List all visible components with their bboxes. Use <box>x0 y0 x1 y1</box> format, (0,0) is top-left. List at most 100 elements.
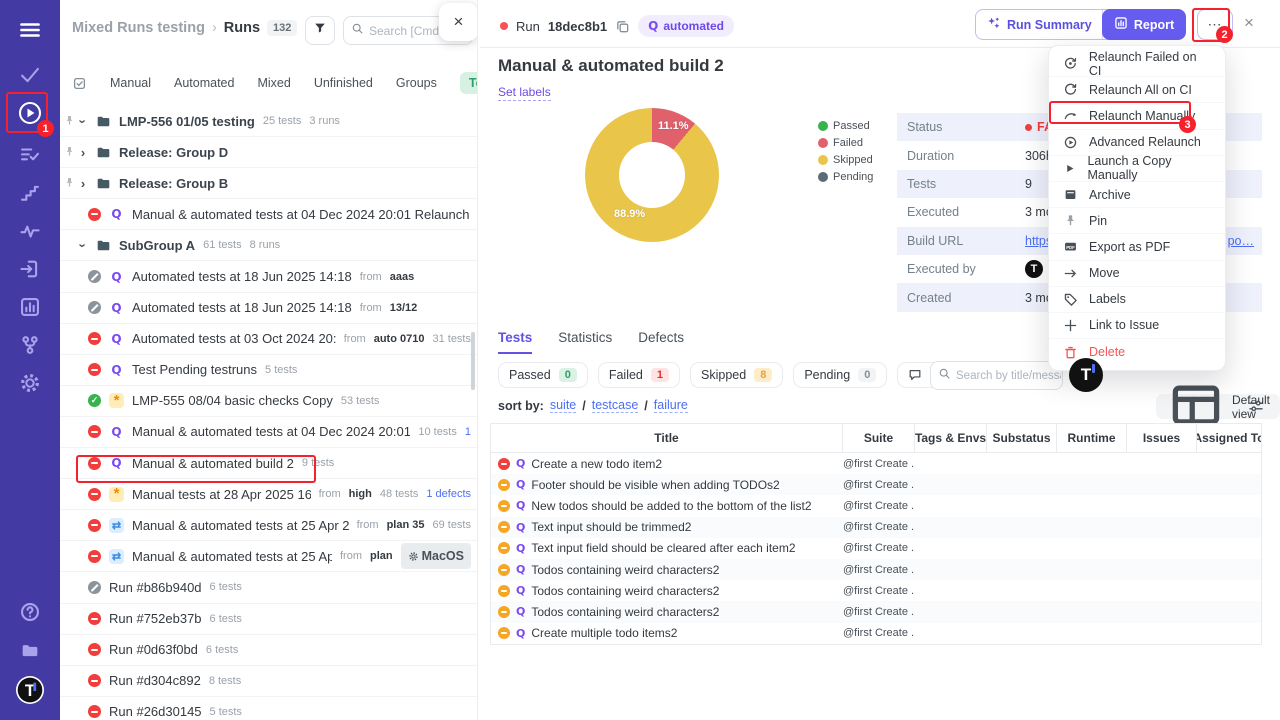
menu-item-advanced-relaunch[interactable]: Advanced Relaunch <box>1049 130 1225 156</box>
run-list-item[interactable]: QAutomated tests at 03 Oct 2024 20:25fro… <box>60 324 477 355</box>
menu-item-relaunch-failed-on-ci[interactable]: Relaunch Failed on CI <box>1049 51 1225 77</box>
run-list-item[interactable]: Run #0d63f0bd6 tests <box>60 635 477 666</box>
sliders-icon[interactable] <box>1248 398 1264 414</box>
check-icon[interactable] <box>19 64 41 86</box>
build-url-link-end[interactable]: po… <box>1228 234 1254 248</box>
menu-item-export-as-pdf[interactable]: PDFExport as PDF <box>1049 234 1225 260</box>
runs-filter-tab-today[interactable]: To <box>460 72 478 94</box>
table-row[interactable]: QText input should be trimmed2@first Cre… <box>491 517 1261 538</box>
column-header-runtime[interactable]: Runtime <box>1057 424 1127 453</box>
run-group-item[interactable]: ›Release: Group D <box>60 137 477 168</box>
branch-icon[interactable] <box>19 334 41 356</box>
select-all-icon[interactable] <box>72 76 87 91</box>
sort-link-suite[interactable]: suite <box>550 398 576 413</box>
breadcrumb-project[interactable]: Mixed Runs testing <box>72 20 205 36</box>
analytics-icon[interactable] <box>19 296 41 318</box>
column-header-substatus[interactable]: Substatus <box>987 424 1057 453</box>
gear-icon[interactable] <box>19 372 41 394</box>
tests-table-header: TitleSuiteTags & EnvsSubstatusRuntimeIss… <box>491 424 1261 453</box>
table-row[interactable]: QText input field should be cleared afte… <box>491 538 1261 559</box>
menu-item-move[interactable]: Move <box>1049 261 1225 287</box>
chevron-down-icon[interactable]: › <box>76 240 91 250</box>
filter-button[interactable] <box>305 16 335 45</box>
run-list-item[interactable]: Run #b86b940d6 tests <box>60 572 477 603</box>
close-icon[interactable]: × <box>1244 13 1254 33</box>
user-avatar[interactable]: T <box>1069 358 1103 392</box>
table-row[interactable]: QTodos containing weird characters2@firs… <box>491 601 1261 622</box>
runs-scrollbar[interactable] <box>471 332 475 390</box>
menu-item-relaunch-all-on-ci[interactable]: Relaunch All on CI <box>1049 77 1225 103</box>
menu-item-launch-a-copy-manually[interactable]: Launch a Copy Manually <box>1049 156 1225 182</box>
set-labels-link[interactable]: Set labels <box>498 85 551 101</box>
tab-defects[interactable]: Defects <box>638 330 684 354</box>
runs-filter-tab-manual[interactable]: Manual <box>110 76 151 90</box>
table-row[interactable]: QNew todos should be added to the bottom… <box>491 495 1261 516</box>
run-item-title: Test Pending testruns <box>132 362 257 377</box>
chevron-right-icon[interactable]: › <box>78 145 88 160</box>
chevron-down-icon[interactable]: › <box>76 116 91 126</box>
steps-icon[interactable] <box>19 182 41 204</box>
legend-item-failed[interactable]: Failed <box>818 137 873 149</box>
automated-badge[interactable]: Q automated <box>638 15 734 37</box>
list-check-icon[interactable] <box>19 144 41 166</box>
column-header-issues[interactable]: Issues <box>1127 424 1197 453</box>
table-row[interactable]: QTodos containing weird characters2@firs… <box>491 559 1261 580</box>
runs-filter-tab-automated[interactable]: Automated <box>174 76 234 90</box>
legend-item-passed[interactable]: Passed <box>818 120 873 132</box>
chevron-right-icon[interactable]: › <box>78 176 88 191</box>
folder-stack-icon[interactable] <box>19 639 41 661</box>
run-list-item[interactable]: *Manual tests at 28 Apr 2025 16:50fromhi… <box>60 479 477 510</box>
tab-tests[interactable]: Tests <box>498 330 532 354</box>
run-group-item[interactable]: ›SubGroup A61 tests8 runs <box>60 230 477 261</box>
run-list-item[interactable]: *LMP-555 08/04 basic checks Copy53 tests <box>60 386 477 417</box>
run-list-item[interactable]: ⇄Manual & automated tests at 25 Apr 2025… <box>60 510 477 541</box>
run-list-item[interactable]: Run #d304c8928 tests <box>60 666 477 697</box>
tests-search-input[interactable] <box>956 370 1061 382</box>
logo-t-icon[interactable]: T <box>15 675 45 705</box>
run-list-item[interactable]: QTest Pending testruns5 tests <box>60 355 477 386</box>
sort-link-failure[interactable]: failure <box>654 398 688 413</box>
automated-test-icon: Q <box>516 605 525 618</box>
run-list-item[interactable]: Run #752eb37b6 tests <box>60 604 477 635</box>
sort-link-testcase[interactable]: testcase <box>592 398 639 413</box>
menu-item-link-to-issue[interactable]: Link to Issue <box>1049 313 1225 339</box>
table-row[interactable]: QCreate a new todo item2@first Create ..… <box>491 453 1261 474</box>
table-row[interactable]: QCreate multiple todo items2@first Creat… <box>491 623 1261 644</box>
tab-statistics[interactable]: Statistics <box>558 330 612 354</box>
filter-chip-skipped[interactable]: Skipped8 <box>690 362 783 388</box>
column-header-tags-envs[interactable]: Tags & Envs <box>915 424 987 453</box>
runs-panel-close-button[interactable]: × <box>439 3 478 41</box>
breadcrumb-page[interactable]: Runs <box>224 20 260 36</box>
tests-search-box[interactable] <box>930 361 1063 390</box>
import-icon[interactable] <box>19 258 41 280</box>
runs-filter-tab-mixed[interactable]: Mixed <box>257 76 290 90</box>
run-list-item[interactable]: Run #26d301455 tests <box>60 697 477 720</box>
column-header-suite[interactable]: Suite <box>843 424 915 453</box>
pulse-icon[interactable] <box>19 220 41 242</box>
legend-item-pending[interactable]: Pending <box>818 171 873 183</box>
legend-item-skipped[interactable]: Skipped <box>818 154 873 166</box>
filter-chip-passed[interactable]: Passed0 <box>498 362 588 388</box>
table-row[interactable]: QFooter should be visible when adding TO… <box>491 474 1261 495</box>
copy-icon[interactable] <box>615 19 630 34</box>
run-list-item[interactable]: QManual & automated tests at 04 Dec 2024… <box>60 199 477 230</box>
filter-chip-pending[interactable]: Pending0 <box>793 362 887 388</box>
run-group-item[interactable]: ›LMP-556 01/05 testing25 tests3 runs <box>60 106 477 137</box>
table-row[interactable]: QTodos containing weird characters2@firs… <box>491 580 1261 601</box>
runs-filter-tab-unfinished[interactable]: Unfinished <box>314 76 373 90</box>
report-button[interactable]: Report <box>1102 9 1186 40</box>
run-group-item[interactable]: ›Release: Group B <box>60 168 477 199</box>
help-icon[interactable] <box>19 601 41 623</box>
menu-item-labels[interactable]: Labels <box>1049 287 1225 313</box>
menu-item-archive[interactable]: Archive <box>1049 182 1225 208</box>
menu-icon[interactable] <box>19 19 41 41</box>
filter-chip-failed[interactable]: Failed1 <box>598 362 680 388</box>
run-list-item[interactable]: QAutomated tests at 18 Jun 2025 14:18fro… <box>60 261 477 292</box>
column-header-assigned-to[interactable]: Assigned To <box>1197 424 1261 453</box>
run-list-item[interactable]: QManual & automated tests at 04 Dec 2024… <box>60 417 477 448</box>
run-list-item[interactable]: ⇄Manual & automated tests at 25 Apr 2025… <box>60 541 477 572</box>
run-list-item[interactable]: QAutomated tests at 18 Jun 2025 14:18fro… <box>60 293 477 324</box>
column-header-title[interactable]: Title <box>491 424 843 453</box>
runs-filter-tab-groups[interactable]: Groups <box>396 76 437 90</box>
menu-item-pin[interactable]: Pin <box>1049 208 1225 234</box>
